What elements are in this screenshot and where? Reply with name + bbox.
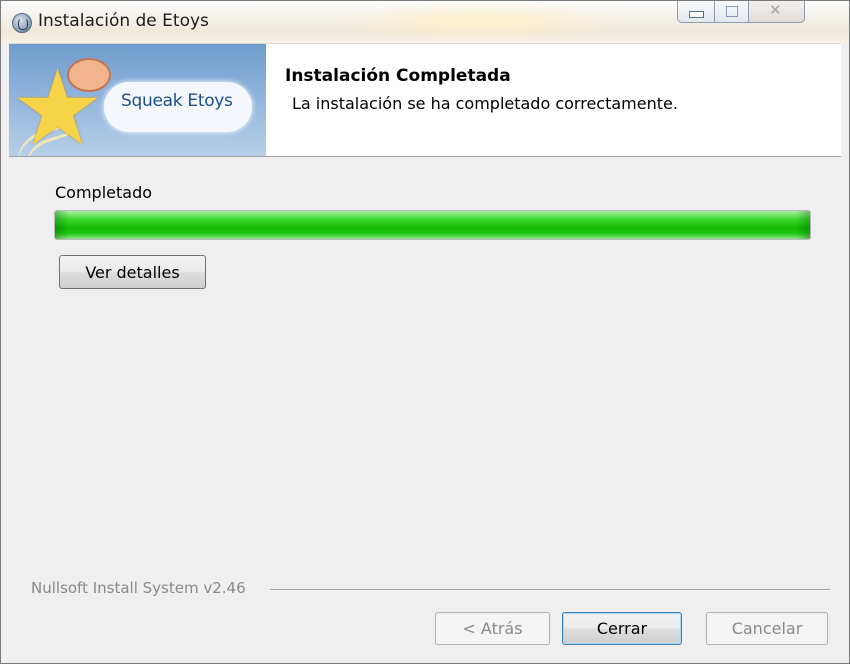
page-title: Instalación Completada (285, 66, 511, 86)
cancel-button[interactable]: Cancelar (706, 612, 828, 645)
logo-text: Squeak Etoys (121, 91, 233, 111)
installer-header: ★ Squeak Etoys Instalación Completada La… (9, 43, 841, 157)
progress-fill (55, 211, 810, 239)
minimize-button[interactable] (677, 1, 715, 23)
window-title: Instalación de Etoys (38, 11, 209, 31)
status-label: Completado (55, 183, 153, 202)
nsis-branding: Nullsoft Install System v2.46 (31, 579, 246, 597)
close-button[interactable]: Cerrar (562, 612, 682, 645)
squeak-etoys-banner: ★ Squeak Etoys (9, 44, 266, 156)
maximize-icon (726, 6, 738, 17)
title-bar[interactable]: Instalación de Etoys ✕ (1, 1, 849, 43)
install-progress-bar (54, 210, 811, 240)
squeak-character-icon (67, 58, 111, 92)
close-icon: ✕ (769, 1, 782, 19)
caption-buttons: ✕ (677, 1, 841, 23)
close-window-button[interactable]: ✕ (748, 1, 805, 23)
etoys-app-icon[interactable] (12, 13, 32, 33)
maximize-button[interactable] (714, 1, 749, 23)
installer-window: Instalación de Etoys ✕ ★ Squeak Etoys In… (0, 0, 850, 664)
title-bar-glow (331, 1, 631, 41)
minimize-icon (689, 11, 704, 18)
page-subtitle: La instalación se ha completado correcta… (292, 94, 678, 113)
back-button[interactable]: < Atrás (435, 612, 550, 645)
show-details-button[interactable]: Ver detalles (59, 255, 206, 289)
footer-divider (270, 589, 830, 591)
